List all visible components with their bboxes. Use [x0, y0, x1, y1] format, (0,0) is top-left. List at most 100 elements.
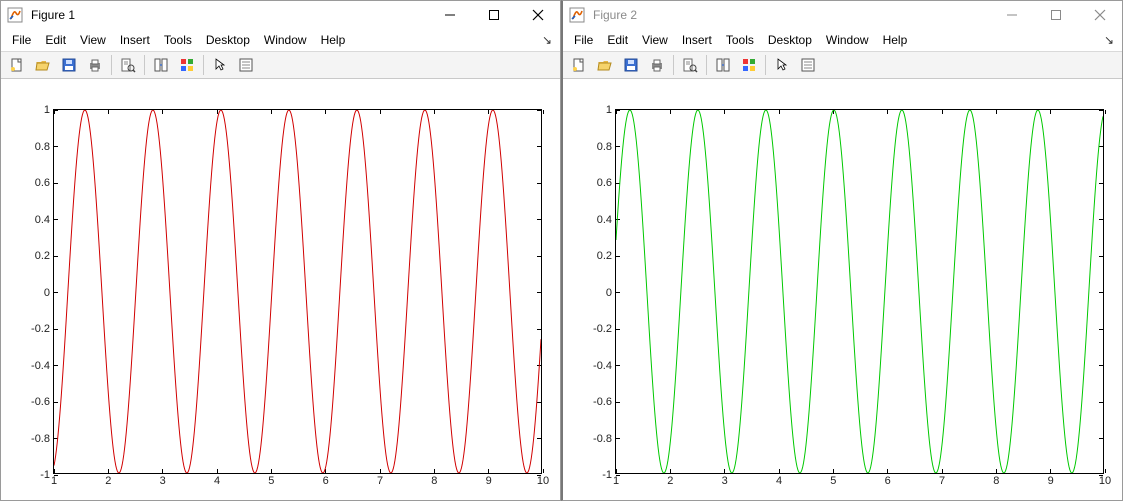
y-tick-label: 0.2 — [578, 250, 616, 262]
matlab-icon — [569, 7, 585, 23]
open-button[interactable] — [593, 53, 617, 77]
titlebar[interactable]: Figure 2 — [563, 1, 1122, 29]
y-tick-label: 1 — [16, 104, 54, 116]
y-tick-label: -0.8 — [16, 433, 54, 445]
plot-area[interactable]: -1-0.8-0.6-0.4-0.200.20.40.60.8112345678… — [563, 79, 1122, 500]
pointer-icon — [774, 57, 790, 73]
dock-anchor-icon[interactable]: ↘ — [538, 33, 556, 47]
y-tick-label: 0.4 — [578, 214, 616, 226]
menu-tools[interactable]: Tools — [157, 29, 199, 51]
toolbar-separator — [765, 55, 766, 75]
print-icon — [87, 57, 103, 73]
x-tick-label: 6 — [885, 473, 891, 487]
pointer-button[interactable] — [770, 53, 794, 77]
y-tick-label: -0.8 — [578, 433, 616, 445]
menu-file[interactable]: File — [567, 29, 600, 51]
data-cursor-icon — [800, 57, 816, 73]
toolbar-separator — [144, 55, 145, 75]
save-icon — [61, 57, 77, 73]
menu-insert[interactable]: Insert — [675, 29, 719, 51]
x-tick-label: 7 — [377, 473, 383, 487]
y-tick-label: -1 — [16, 469, 54, 481]
y-tick-label: 0.4 — [16, 214, 54, 226]
menu-desktop[interactable]: Desktop — [761, 29, 819, 51]
y-tick-label: -0.6 — [16, 396, 54, 408]
x-tick-label: 1 — [613, 473, 619, 487]
minimize-button[interactable] — [428, 1, 472, 29]
menu-desktop[interactable]: Desktop — [199, 29, 257, 51]
link-icon — [153, 57, 169, 73]
x-tick-label: 7 — [939, 473, 945, 487]
y-tick-label: 0.6 — [16, 177, 54, 189]
menu-file[interactable]: File — [5, 29, 38, 51]
x-tick-label: 10 — [537, 473, 549, 487]
minimize-button[interactable] — [990, 1, 1034, 29]
menu-tools[interactable]: Tools — [719, 29, 761, 51]
print-button[interactable] — [83, 53, 107, 77]
new-icon — [9, 57, 25, 73]
palette-button[interactable] — [737, 53, 761, 77]
pointer-icon — [212, 57, 228, 73]
new-button[interactable] — [5, 53, 29, 77]
menu-window[interactable]: Window — [819, 29, 876, 51]
menu-help[interactable]: Help — [876, 29, 915, 51]
maximize-button[interactable] — [1034, 1, 1078, 29]
x-tick-label: 2 — [105, 473, 111, 487]
save-button[interactable] — [619, 53, 643, 77]
window-title: Figure 1 — [29, 8, 428, 22]
link-button[interactable] — [149, 53, 173, 77]
toolbar-separator — [706, 55, 707, 75]
y-tick-label: -0.2 — [16, 323, 54, 335]
x-tick-label: 4 — [214, 473, 220, 487]
x-tick-label: 10 — [1099, 473, 1111, 487]
y-tick-label: -0.4 — [16, 360, 54, 372]
x-tick-label: 4 — [776, 473, 782, 487]
toolbar-separator — [111, 55, 112, 75]
x-tick-label: 5 — [830, 473, 836, 487]
y-tick-label: 1 — [578, 104, 616, 116]
open-button[interactable] — [31, 53, 55, 77]
close-button[interactable] — [516, 1, 560, 29]
maximize-button[interactable] — [472, 1, 516, 29]
menu-edit[interactable]: Edit — [600, 29, 635, 51]
data-cursor-button[interactable] — [796, 53, 820, 77]
save-button[interactable] — [57, 53, 81, 77]
pointer-button[interactable] — [208, 53, 232, 77]
menu-insert[interactable]: Insert — [113, 29, 157, 51]
menu-view[interactable]: View — [73, 29, 113, 51]
link-button[interactable] — [711, 53, 735, 77]
y-tick-label: -0.4 — [578, 360, 616, 372]
menu-view[interactable]: View — [635, 29, 675, 51]
print-preview-button[interactable] — [678, 53, 702, 77]
menu-edit[interactable]: Edit — [38, 29, 73, 51]
print-button[interactable] — [645, 53, 669, 77]
print-preview-icon — [682, 57, 698, 73]
y-tick-label: 0.2 — [16, 250, 54, 262]
new-button[interactable] — [567, 53, 591, 77]
dock-anchor-icon[interactable]: ↘ — [1100, 33, 1118, 47]
palette-button[interactable] — [175, 53, 199, 77]
palette-icon — [741, 57, 757, 73]
save-icon — [623, 57, 639, 73]
y-tick-label: -0.6 — [578, 396, 616, 408]
y-tick-label: 0 — [16, 287, 54, 299]
axes[interactable]: -1-0.8-0.6-0.4-0.200.20.40.60.8112345678… — [615, 109, 1104, 474]
menu-help[interactable]: Help — [314, 29, 353, 51]
y-tick-label: 0.8 — [578, 141, 616, 153]
titlebar[interactable]: Figure 1 — [1, 1, 560, 29]
data-cursor-button[interactable] — [234, 53, 258, 77]
open-icon — [35, 57, 51, 73]
plot-area[interactable]: -1-0.8-0.6-0.4-0.200.20.40.60.8112345678… — [1, 79, 560, 500]
link-icon — [715, 57, 731, 73]
print-preview-button[interactable] — [116, 53, 140, 77]
x-tick-label: 5 — [268, 473, 274, 487]
x-tick-label: 1 — [51, 473, 57, 487]
menu-window[interactable]: Window — [257, 29, 314, 51]
close-button[interactable] — [1078, 1, 1122, 29]
open-icon — [597, 57, 613, 73]
y-tick-label: -0.2 — [578, 323, 616, 335]
axes[interactable]: -1-0.8-0.6-0.4-0.200.20.40.60.8112345678… — [53, 109, 542, 474]
x-tick-label: 2 — [667, 473, 673, 487]
toolbar — [1, 52, 560, 79]
print-preview-icon — [120, 57, 136, 73]
